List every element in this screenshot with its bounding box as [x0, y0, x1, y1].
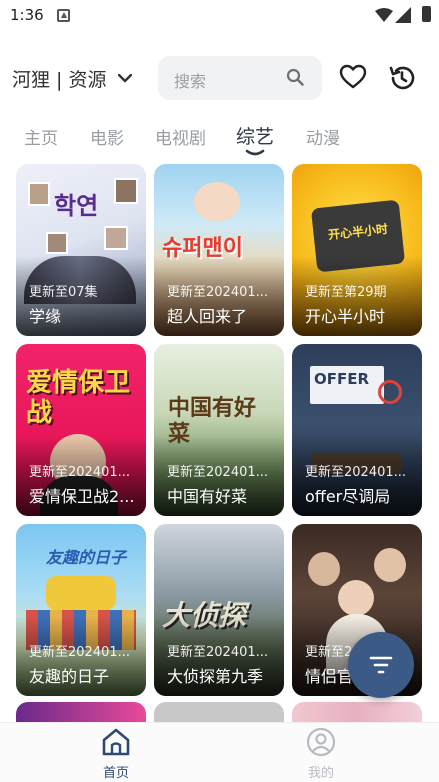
search-placeholder: 搜索 [174, 72, 207, 91]
update-status: 更新至第29期 [305, 285, 387, 300]
tab-home[interactable]: 主页 [24, 124, 58, 149]
media-card[interactable]: 开心半小时 更新至第29期 开心半小时 [292, 164, 422, 336]
update-status: 更新至202401... [167, 465, 269, 480]
card-title: offer尽调局 [305, 487, 391, 506]
card-title: 开心半小时 [305, 307, 386, 326]
poster-title-art: 학연 [54, 192, 99, 220]
update-status: 更新至202401... [167, 645, 269, 660]
tab-variety-label: 综艺 [236, 126, 275, 148]
user-icon [306, 727, 336, 757]
category-tabs: 主页 电影 电视剧 综艺 动漫 [0, 118, 439, 158]
card-title: 爱情保卫战2... [29, 487, 135, 506]
active-tab-indicator [245, 149, 265, 156]
status-time: 1:36 [10, 6, 44, 24]
update-status: 更新至07集 [29, 285, 98, 300]
battery-icon [422, 6, 431, 22]
status-bar: 1:36 [0, 0, 439, 32]
card-title: 大侦探第九季 [167, 667, 264, 686]
source-selector[interactable]: 河狸 | 资源 [12, 65, 133, 92]
media-card-partial[interactable] [154, 702, 284, 724]
signal-icon [395, 7, 411, 23]
media-card[interactable]: OFFER 更新至202401... offer尽调局 [292, 344, 422, 516]
search-icon [286, 68, 304, 86]
tab-variety[interactable]: 综艺 [236, 122, 275, 156]
update-status: 更新至202401... [29, 465, 131, 480]
poster-title-art: OFFER [314, 370, 370, 388]
update-status: 更新至202401... [29, 645, 131, 660]
top-header: 河狸 | 资源 搜索 [0, 52, 439, 104]
tab-anime[interactable]: 动漫 [306, 124, 340, 149]
nav-home[interactable]: 首页 [86, 727, 146, 781]
media-card[interactable]: 大侦探 更新至202401... 大侦探第九季 [154, 524, 284, 696]
poster-title-art: 爱情保卫战 [26, 368, 131, 428]
source-label: 河狸 | 资源 [12, 69, 107, 91]
history-icon[interactable] [388, 64, 416, 92]
media-card[interactable]: 友趣的日子 更新至202401... 友趣的日子 [16, 524, 146, 696]
search-input[interactable]: 搜索 [158, 56, 322, 100]
nav-profile-label: 我的 [307, 766, 334, 781]
media-card[interactable]: 학연 更新至07集 学缘 [16, 164, 146, 336]
filter-button[interactable] [348, 632, 414, 698]
chevron-down-icon [118, 74, 133, 83]
notification-icon [57, 9, 70, 22]
update-status: 更新至202401... [167, 285, 269, 300]
tab-tv-series[interactable]: 电视剧 [155, 124, 206, 149]
tab-movies[interactable]: 电影 [90, 124, 124, 149]
card-title: 友趣的日子 [29, 667, 110, 686]
update-status: 更新至202401... [305, 465, 407, 480]
nav-profile[interactable]: 我的 [291, 727, 351, 781]
media-card[interactable]: 슈퍼맨이 更新至202401... 超人回来了 [154, 164, 284, 336]
card-title: 中国有好菜 [167, 487, 248, 506]
media-card-partial[interactable] [16, 702, 146, 724]
media-card[interactable]: 爱情保卫战 更新至202401... 爱情保卫战2... [16, 344, 146, 516]
home-icon [102, 728, 130, 756]
media-card[interactable]: 中国有好菜 更新至202401... 中国有好菜 [154, 344, 284, 516]
nav-home-label: 首页 [102, 766, 129, 781]
media-card-partial[interactable] [292, 702, 422, 724]
card-title: 学缘 [29, 307, 62, 326]
filter-icon [369, 656, 393, 674]
card-title: 超人回来了 [167, 307, 248, 326]
poster-title-art: 友趣的日子 [46, 548, 127, 567]
bottom-navigation: 首页 我的 [0, 722, 439, 782]
heart-icon[interactable] [339, 64, 367, 90]
wifi-icon [375, 8, 393, 22]
